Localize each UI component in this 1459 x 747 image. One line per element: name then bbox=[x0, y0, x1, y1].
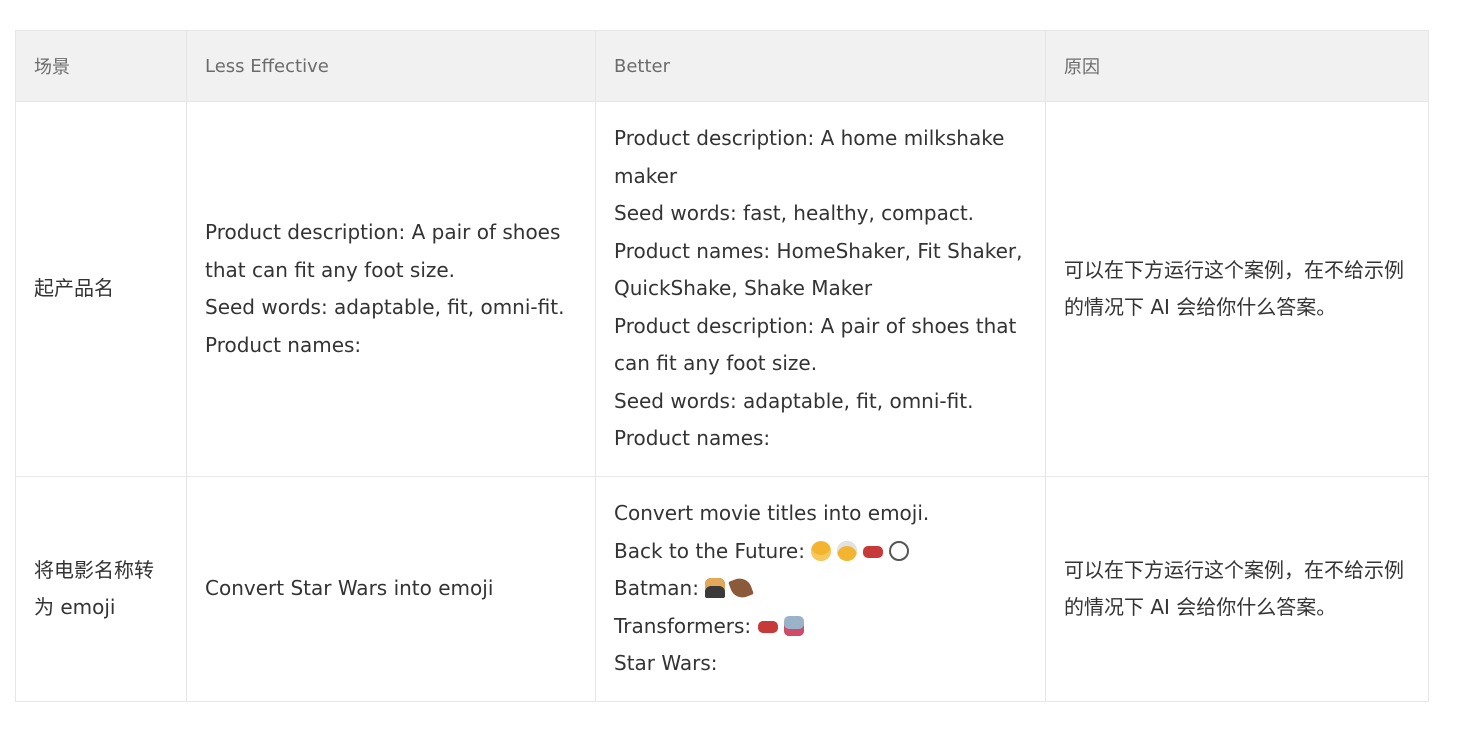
better-line-label: Back to the Future: bbox=[614, 538, 805, 563]
less-effective-line: Convert Star Wars into emoji bbox=[205, 576, 494, 601]
reason-cell: 可以在下方运行这个案例，在不给示例的情况下 AI 会给你什么答案。 bbox=[1045, 476, 1429, 702]
less-effective-line: Product description: A pair of shoes tha… bbox=[205, 220, 561, 282]
prompt-comparison-table: 场景 Less Effective Better 原因 起产品名 Product… bbox=[15, 30, 1429, 702]
better-cell: Convert movie titles into emoji. Back to… bbox=[595, 476, 1046, 702]
better-line: Product names: bbox=[614, 426, 771, 451]
header-better: Better bbox=[595, 30, 1046, 102]
older-man-icon bbox=[837, 540, 858, 561]
better-line: Star Wars: bbox=[614, 651, 718, 676]
better-line: Product description: A pair of shoes tha… bbox=[614, 313, 1017, 376]
car-icon bbox=[863, 545, 884, 558]
header-scenario: 场景 bbox=[15, 30, 187, 102]
less-effective-line: Seed words: adaptable, fit, omni-fit. bbox=[205, 295, 565, 319]
person-blond-hair-icon bbox=[811, 540, 832, 561]
better-line-label: Batman: bbox=[614, 576, 699, 601]
better-line: Convert movie titles into emoji. bbox=[614, 501, 930, 526]
better-line-emoji: Back to the Future: bbox=[614, 533, 1027, 571]
bat-icon bbox=[728, 575, 755, 602]
table-row: 将电影名称转为 emoji Convert Star Wars into emo… bbox=[15, 476, 1429, 702]
better-line: Product names: HomeShaker, Fit Shaker, Q… bbox=[614, 238, 1023, 301]
less-effective-line: Product names: bbox=[205, 332, 362, 357]
better-line: Seed words: adaptable, fit, omni-fit. bbox=[614, 388, 974, 413]
better-line-emoji: Batman: bbox=[614, 570, 1027, 608]
table-row: 起产品名 Product description: A pair of shoe… bbox=[15, 101, 1429, 477]
car-icon bbox=[757, 620, 778, 633]
less-effective-cell: Product description: A pair of shoes tha… bbox=[186, 101, 596, 477]
clock-icon bbox=[889, 540, 910, 561]
man-in-suit-icon bbox=[705, 578, 726, 599]
robot-icon bbox=[783, 615, 804, 636]
scenario-cell: 起产品名 bbox=[15, 101, 187, 477]
less-effective-cell: Convert Star Wars into emoji bbox=[186, 476, 596, 702]
scenario-cell: 将电影名称转为 emoji bbox=[15, 476, 187, 702]
better-line: Seed words: fast, healthy, compact. bbox=[614, 201, 975, 226]
header-row: 场景 Less Effective Better 原因 bbox=[15, 30, 1429, 102]
better-line-emoji: Transformers: bbox=[614, 608, 1027, 646]
better-line-label: Transformers: bbox=[614, 613, 752, 638]
header-less-effective: Less Effective bbox=[186, 30, 596, 102]
reason-cell: 可以在下方运行这个案例，在不给示例的情况下 AI 会给你什么答案。 bbox=[1045, 101, 1429, 477]
table-body: 起产品名 Product description: A pair of shoe… bbox=[15, 101, 1429, 702]
better-cell: Product description: A home milkshake ma… bbox=[595, 101, 1046, 477]
better-line: Product description: A home milkshake ma… bbox=[614, 126, 1005, 188]
header-reason: 原因 bbox=[1045, 30, 1429, 102]
table-header: 场景 Less Effective Better 原因 bbox=[15, 30, 1429, 102]
